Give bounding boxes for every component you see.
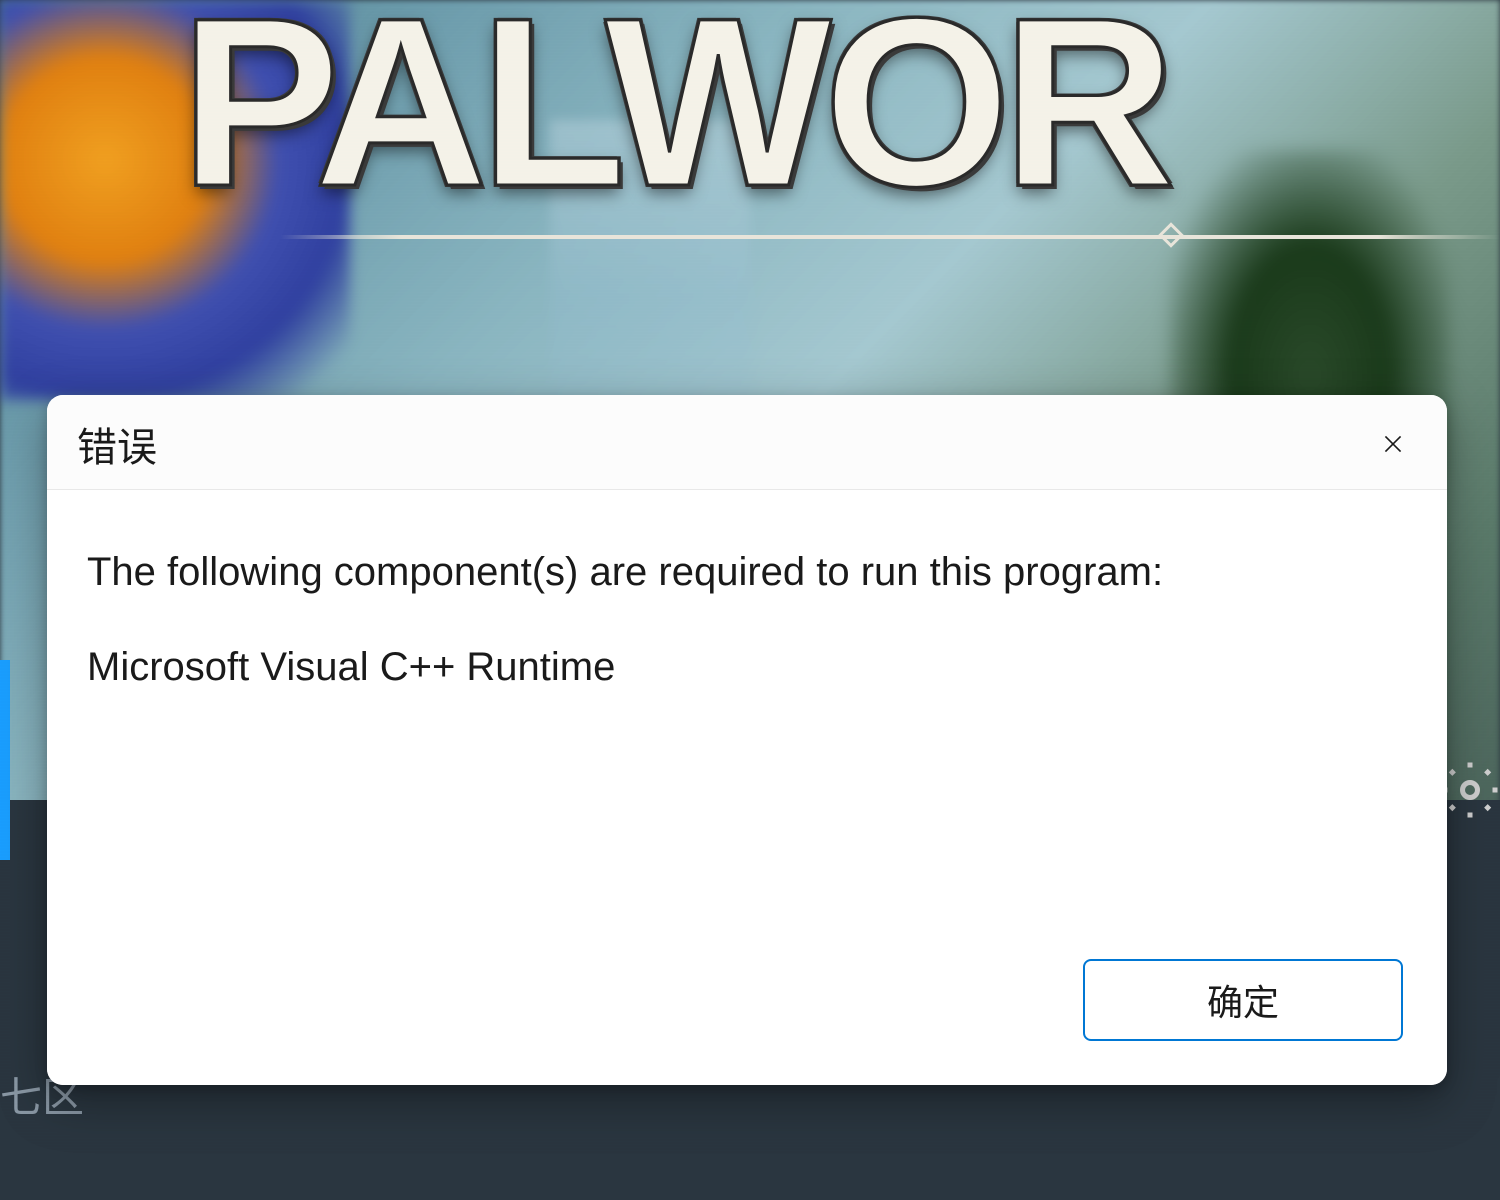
dialog-title: 错误 (77, 415, 157, 473)
dialog-body: The following component(s) are required … (47, 490, 1447, 939)
steam-selection-bar (0, 660, 10, 860)
required-component-name: Microsoft Visual C++ Runtime (87, 645, 1407, 690)
dialog-titlebar: 错误 (47, 395, 1447, 490)
title-underline (280, 235, 1500, 239)
close-icon (1380, 431, 1406, 457)
error-message-heading: The following component(s) are required … (87, 550, 1407, 595)
ok-button[interactable]: 确定 (1083, 959, 1403, 1041)
close-button[interactable] (1369, 420, 1417, 468)
dialog-footer: 确定 (47, 939, 1447, 1085)
game-title-logo: PALWOR (180, 0, 1500, 204)
gear-icon[interactable] (1440, 760, 1500, 820)
error-dialog: 错误 The following component(s) are requir… (47, 395, 1447, 1085)
